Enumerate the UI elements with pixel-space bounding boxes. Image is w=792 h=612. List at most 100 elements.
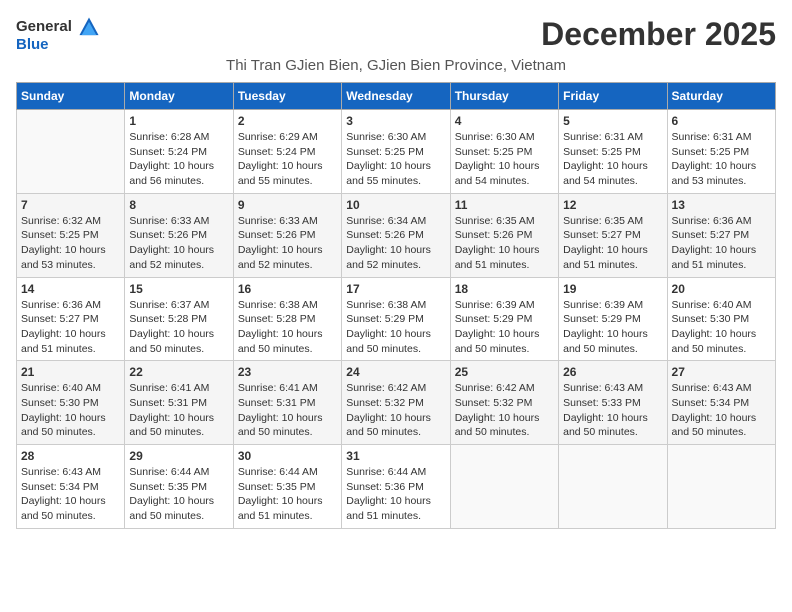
day-info: Sunrise: 6:34 AMSunset: 5:26 PMDaylight:… <box>346 214 445 273</box>
table-row: 16 Sunrise: 6:38 AMSunset: 5:28 PMDayligh… <box>233 277 341 361</box>
day-number: 27 <box>672 365 771 379</box>
day-info: Sunrise: 6:41 AMSunset: 5:31 PMDaylight:… <box>238 381 337 440</box>
table-row: 10Sunrise: 6:34 AMSunset: 5:26 PMDayligh… <box>342 193 450 277</box>
header: General Blue December 2025 <box>16 16 776 53</box>
day-info: Sunrise: 6:41 AMSunset: 5:31 PMDaylight:… <box>129 381 228 440</box>
table-row: 15Sunrise: 6:37 AMSunset: 5:28 PMDayligh… <box>125 277 233 361</box>
day-number: 23 <box>238 365 337 379</box>
day-info: Sunrise: 6:39 AMSunset: 5:29 PMDaylight:… <box>455 298 554 357</box>
table-row <box>17 110 125 194</box>
table-row: 5 Sunrise: 6:31 AMSunset: 5:25 PMDaylight… <box>559 110 667 194</box>
table-row: 31 Sunrise: 6:44 AMSunset: 5:36 PMDayligh… <box>342 445 450 529</box>
col-thursday: Thursday <box>450 83 558 110</box>
table-row <box>450 445 558 529</box>
day-number: 17 <box>346 282 445 296</box>
logo-text: General Blue <box>16 16 100 53</box>
day-number: 15 <box>129 282 228 296</box>
day-number: 11 <box>455 198 554 212</box>
table-row: 23 Sunrise: 6:41 AMSunset: 5:31 PMDayligh… <box>233 361 341 445</box>
table-row: 29Sunrise: 6:44 AMSunset: 5:35 PMDayligh… <box>125 445 233 529</box>
location-title: Thi Tran GJien Bien, GJien Bien Province… <box>16 57 776 74</box>
day-number: 16 <box>238 282 337 296</box>
month-title: December 2025 <box>541 16 776 53</box>
table-row: 2 Sunrise: 6:29 AMSunset: 5:24 PMDaylight… <box>233 110 341 194</box>
day-number: 14 <box>21 282 120 296</box>
col-friday: Friday <box>559 83 667 110</box>
table-row: 25Sunrise: 6:42 AMSunset: 5:32 PMDayligh… <box>450 361 558 445</box>
col-saturday: Saturday <box>667 83 775 110</box>
day-number: 1 <box>129 114 228 128</box>
table-row <box>667 445 775 529</box>
day-info: Sunrise: 6:44 AMSunset: 5:35 PMDaylight:… <box>129 465 228 524</box>
day-number: 24 <box>346 365 445 379</box>
calendar-header-row: Sunday Monday Tuesday Wednesday Thursday… <box>17 83 776 110</box>
day-info: Sunrise: 6:43 AMSunset: 5:34 PMDaylight:… <box>672 381 771 440</box>
col-sunday: Sunday <box>17 83 125 110</box>
day-info: Sunrise: 6:38 AMSunset: 5:28 PMDaylight:… <box>238 298 337 357</box>
table-row: 1 Sunrise: 6:28 AMSunset: 5:24 PMDaylight… <box>125 110 233 194</box>
logo-icon <box>78 16 100 38</box>
day-info: Sunrise: 6:32 AMSunset: 5:25 PMDaylight:… <box>21 214 120 273</box>
table-row: 14 Sunrise: 6:36 AMSunset: 5:27 PMDayligh… <box>17 277 125 361</box>
day-info: Sunrise: 6:35 AMSunset: 5:27 PMDaylight:… <box>563 214 662 273</box>
day-number: 9 <box>238 198 337 212</box>
day-number: 19 <box>563 282 662 296</box>
day-number: 4 <box>455 114 554 128</box>
day-info: Sunrise: 6:44 AMSunset: 5:35 PMDaylight:… <box>238 465 337 524</box>
day-number: 8 <box>129 198 228 212</box>
table-row: 9 Sunrise: 6:33 AMSunset: 5:26 PMDaylight… <box>233 193 341 277</box>
day-info: Sunrise: 6:30 AMSunset: 5:25 PMDaylight:… <box>455 130 554 189</box>
table-row: 3 Sunrise: 6:30 AMSunset: 5:25 PMDaylight… <box>342 110 450 194</box>
table-row: 18 Sunrise: 6:39 AMSunset: 5:29 PMDayligh… <box>450 277 558 361</box>
table-row: 17 Sunrise: 6:38 AMSunset: 5:29 PMDayligh… <box>342 277 450 361</box>
day-info: Sunrise: 6:43 AMSunset: 5:34 PMDaylight:… <box>21 465 120 524</box>
day-number: 20 <box>672 282 771 296</box>
day-info: Sunrise: 6:36 AMSunset: 5:27 PMDaylight:… <box>21 298 120 357</box>
day-number: 21 <box>21 365 120 379</box>
col-tuesday: Tuesday <box>233 83 341 110</box>
day-number: 13 <box>672 198 771 212</box>
day-info: Sunrise: 6:31 AMSunset: 5:25 PMDaylight:… <box>563 130 662 189</box>
table-row: 22 Sunrise: 6:41 AMSunset: 5:31 PMDayligh… <box>125 361 233 445</box>
day-info: Sunrise: 6:28 AMSunset: 5:24 PMDaylight:… <box>129 130 228 189</box>
col-monday: Monday <box>125 83 233 110</box>
day-info: Sunrise: 6:44 AMSunset: 5:36 PMDaylight:… <box>346 465 445 524</box>
table-row: 20 Sunrise: 6:40 AMSunset: 5:30 PMDayligh… <box>667 277 775 361</box>
day-info: Sunrise: 6:40 AMSunset: 5:30 PMDaylight:… <box>672 298 771 357</box>
table-row: 13 Sunrise: 6:36 AMSunset: 5:27 PMDayligh… <box>667 193 775 277</box>
day-number: 31 <box>346 449 445 463</box>
day-number: 5 <box>563 114 662 128</box>
table-row: 28 Sunrise: 6:43 AMSunset: 5:34 PMDayligh… <box>17 445 125 529</box>
day-number: 2 <box>238 114 337 128</box>
day-number: 6 <box>672 114 771 128</box>
day-info: Sunrise: 6:38 AMSunset: 5:29 PMDaylight:… <box>346 298 445 357</box>
table-row: 19Sunrise: 6:39 AMSunset: 5:29 PMDayligh… <box>559 277 667 361</box>
day-info: Sunrise: 6:30 AMSunset: 5:25 PMDaylight:… <box>346 130 445 189</box>
calendar-week-row: 14 Sunrise: 6:36 AMSunset: 5:27 PMDayligh… <box>17 277 776 361</box>
table-row: 4 Sunrise: 6:30 AMSunset: 5:25 PMDaylight… <box>450 110 558 194</box>
logo-blue-text: Blue <box>16 36 100 53</box>
day-info: Sunrise: 6:42 AMSunset: 5:32 PMDaylight:… <box>346 381 445 440</box>
table-row: 12 Sunrise: 6:35 AMSunset: 5:27 PMDayligh… <box>559 193 667 277</box>
day-number: 22 <box>129 365 228 379</box>
table-row: 27 Sunrise: 6:43 AMSunset: 5:34 PMDayligh… <box>667 361 775 445</box>
day-info: Sunrise: 6:33 AMSunset: 5:26 PMDaylight:… <box>129 214 228 273</box>
day-number: 12 <box>563 198 662 212</box>
table-row: 6Sunrise: 6:31 AMSunset: 5:25 PMDaylight… <box>667 110 775 194</box>
day-info: Sunrise: 6:33 AMSunset: 5:26 PMDaylight:… <box>238 214 337 273</box>
day-number: 18 <box>455 282 554 296</box>
calendar-week-row: 28 Sunrise: 6:43 AMSunset: 5:34 PMDayligh… <box>17 445 776 529</box>
day-number: 28 <box>21 449 120 463</box>
day-info: Sunrise: 6:36 AMSunset: 5:27 PMDaylight:… <box>672 214 771 273</box>
table-row: 30Sunrise: 6:44 AMSunset: 5:35 PMDayligh… <box>233 445 341 529</box>
table-row <box>559 445 667 529</box>
day-number: 7 <box>21 198 120 212</box>
table-row: 8 Sunrise: 6:33 AMSunset: 5:26 PMDaylight… <box>125 193 233 277</box>
table-row: 7 Sunrise: 6:32 AMSunset: 5:25 PMDaylight… <box>17 193 125 277</box>
logo: General Blue <box>16 16 100 53</box>
day-number: 3 <box>346 114 445 128</box>
table-row: 24 Sunrise: 6:42 AMSunset: 5:32 PMDayligh… <box>342 361 450 445</box>
day-info: Sunrise: 6:29 AMSunset: 5:24 PMDaylight:… <box>238 130 337 189</box>
calendar-week-row: 7 Sunrise: 6:32 AMSunset: 5:25 PMDaylight… <box>17 193 776 277</box>
logo-general: General <box>16 16 100 38</box>
